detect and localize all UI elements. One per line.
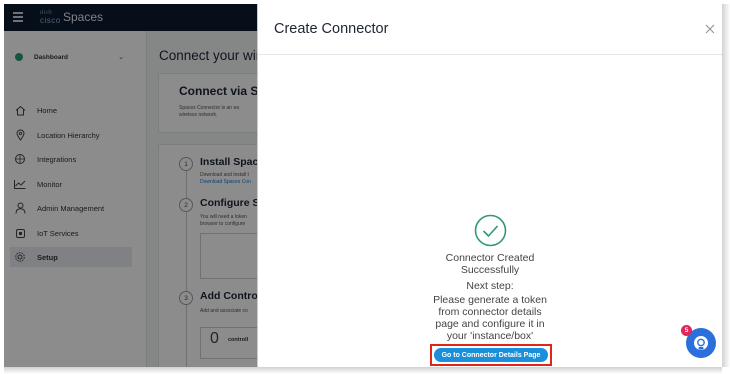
close-button[interactable] bbox=[704, 22, 716, 34]
notification-badge: 5 bbox=[681, 325, 692, 336]
next-step-instructions: Please generate a token from connector d… bbox=[433, 294, 547, 342]
close-icon bbox=[705, 24, 715, 34]
go-to-connector-details-button[interactable]: Go to Connector Details Page bbox=[434, 348, 548, 362]
panel-title: Create Connector bbox=[274, 21, 389, 37]
success-check-icon bbox=[474, 214, 507, 247]
cta-highlight: Go to Connector Details Page bbox=[430, 344, 552, 366]
success-message: Connector Created Successfully bbox=[445, 252, 535, 276]
next-step-label: Next step: bbox=[466, 280, 514, 292]
assistant-icon bbox=[694, 336, 708, 350]
window-shadow-right bbox=[722, 4, 730, 367]
window-shadow-bottom bbox=[4, 367, 722, 374]
panel-header: Create Connector bbox=[258, 4, 723, 55]
create-connector-panel: Create Connector Connector Created Succe… bbox=[257, 4, 723, 367]
